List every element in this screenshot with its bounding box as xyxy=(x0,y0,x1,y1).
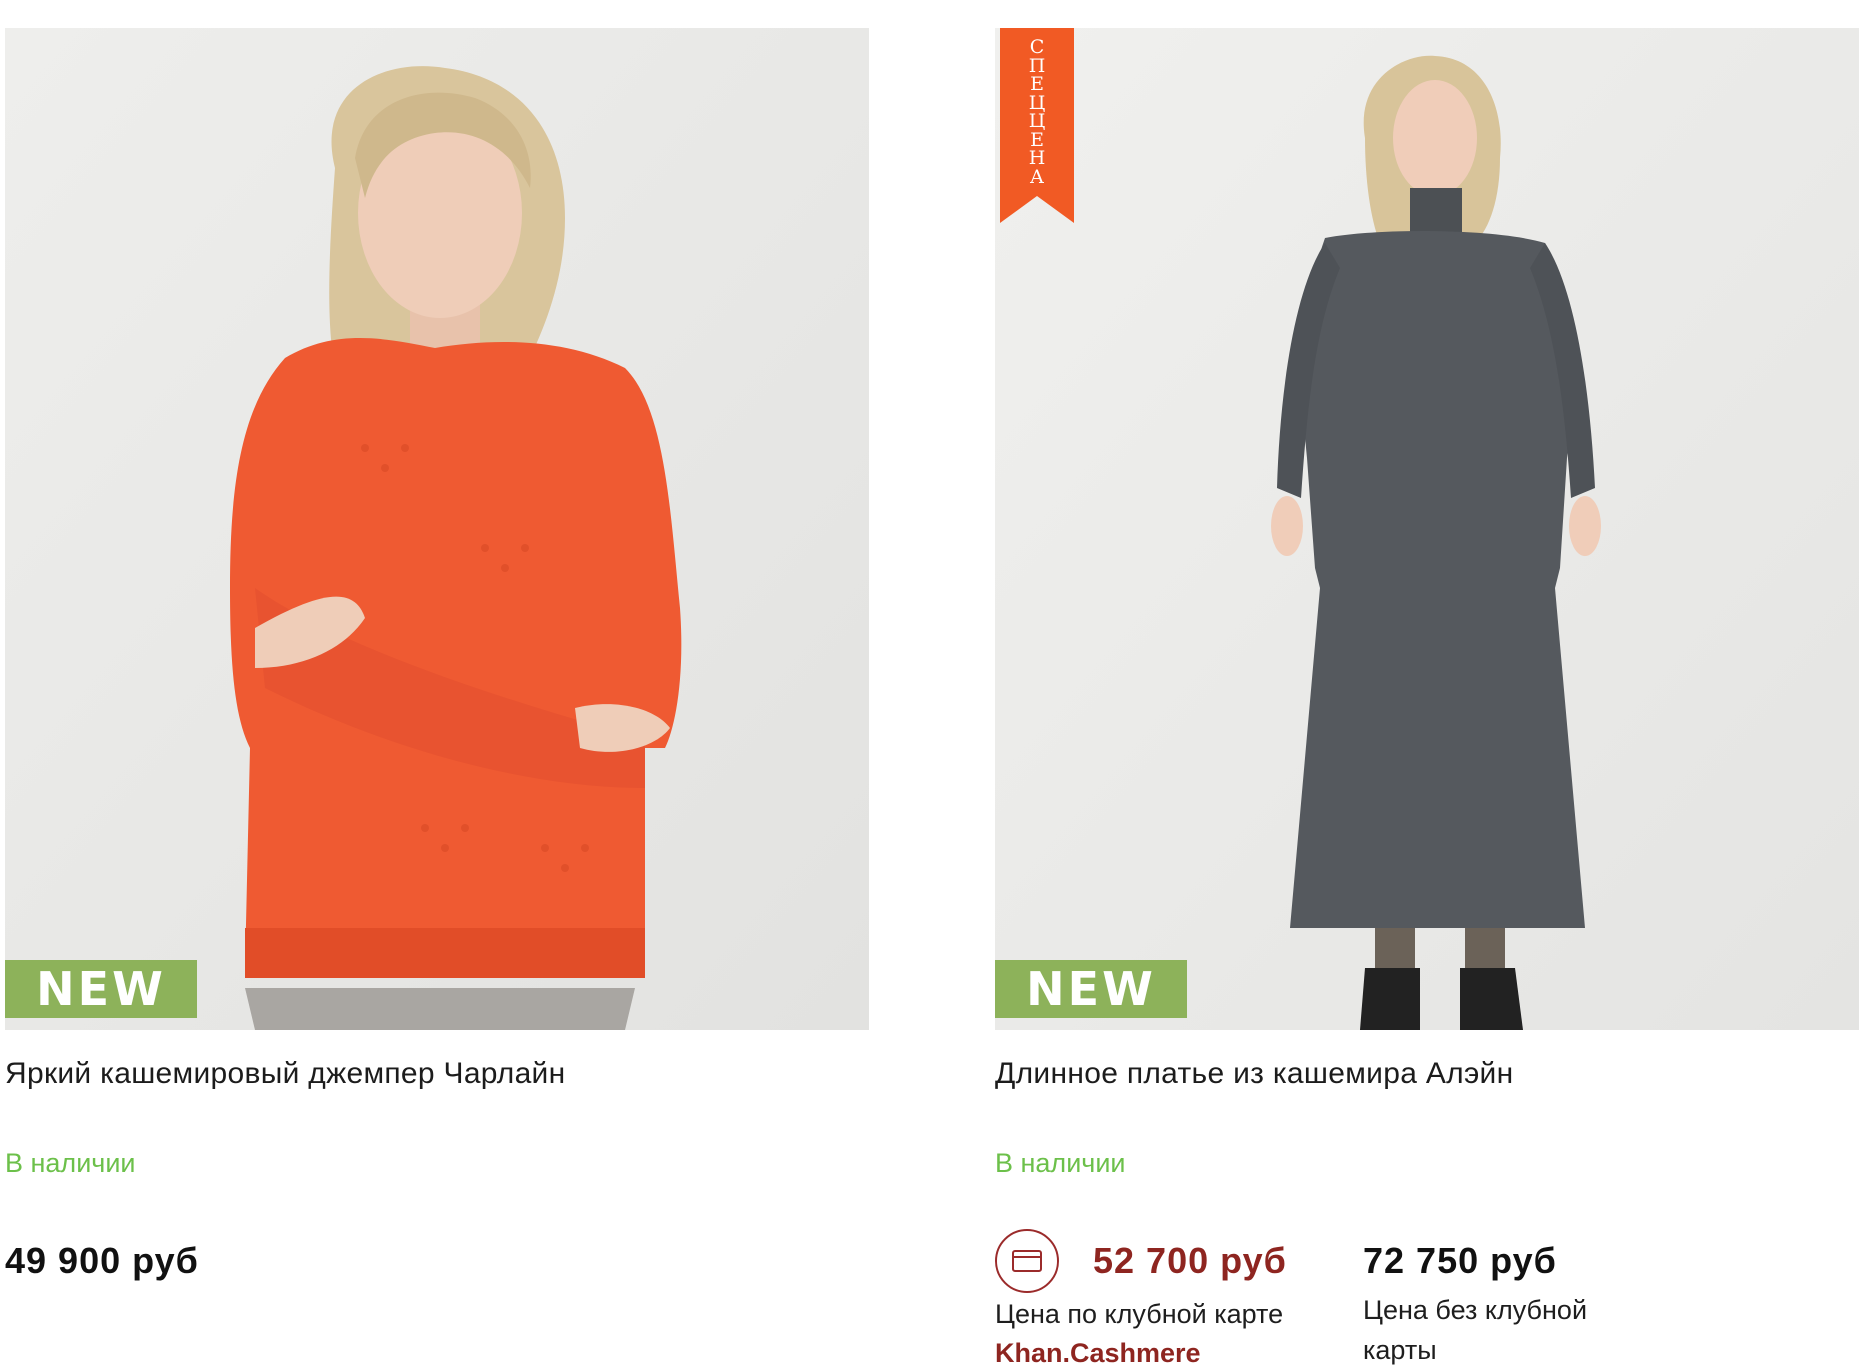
club-price-caption: Цена по клубной карте xyxy=(995,1299,1284,1329)
product-card-alein[interactable]: СПЕЦЦЕНА NEW xyxy=(995,28,1859,1030)
regular-price: 72 750 руб xyxy=(1363,1240,1557,1281)
credit-card-icon xyxy=(995,1229,1059,1293)
product-photo-sweater xyxy=(5,28,869,1030)
product-image-alein[interactable]: СПЕЦЦЕНА NEW xyxy=(995,28,1859,1030)
ribbon-text: СПЕЦЦЕНА xyxy=(1028,36,1046,188)
club-card-price: 52 700 руб xyxy=(1093,1240,1287,1281)
special-price-ribbon: СПЕЦЦЕНА xyxy=(1000,28,1074,228)
product-image-charline[interactable]: NEW xyxy=(5,28,869,1030)
product-title-charline[interactable]: Яркий кашемировый джемпер Чарлайн xyxy=(5,1057,565,1091)
availability-status: В наличии xyxy=(995,1148,1126,1178)
new-badge: NEW xyxy=(995,960,1187,1018)
new-badge: NEW xyxy=(5,960,197,1018)
regular-price-caption: Цена без клубной карты xyxy=(1363,1290,1587,1370)
product-photo-dress xyxy=(995,28,1859,1030)
product-title-alein[interactable]: Длинное платье из кашемира Алэйн xyxy=(995,1057,1514,1091)
availability-status: В наличии xyxy=(5,1148,136,1178)
regular-caption-line2: карты xyxy=(1363,1335,1437,1365)
product-card-charline[interactable]: NEW xyxy=(5,28,869,1030)
club-brand-link[interactable]: Khan.Cashmere xyxy=(995,1338,1201,1369)
product-price: 49 900 руб xyxy=(5,1240,199,1281)
regular-caption-line1: Цена без клубной xyxy=(1363,1295,1588,1325)
